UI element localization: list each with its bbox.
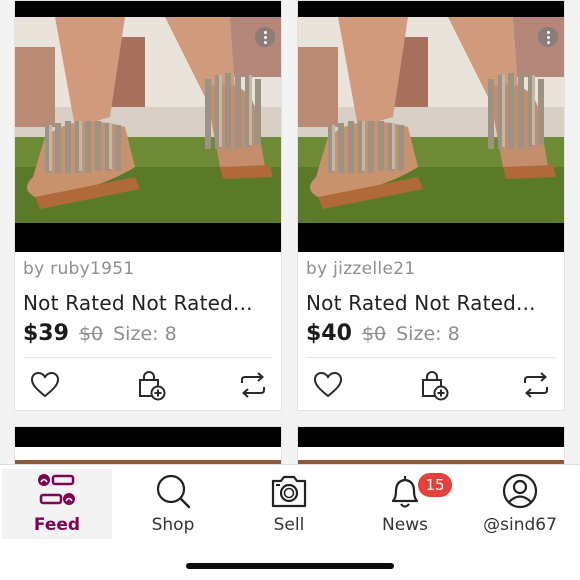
listing-card[interactable] xyxy=(14,426,282,464)
bundle-bag-icon[interactable] xyxy=(418,369,450,401)
seller-name[interactable]: by ruby1951 xyxy=(23,259,134,279)
tab-label: @sind67 xyxy=(483,515,557,535)
tab-label: News xyxy=(382,515,428,535)
price-row: $40 $0 Size: 8 xyxy=(306,321,460,346)
product-image xyxy=(15,447,281,464)
listing-photo[interactable] xyxy=(15,1,281,252)
photo-letterbox xyxy=(15,427,281,447)
listing-photo[interactable] xyxy=(298,1,564,252)
photo-letterbox xyxy=(15,1,281,9)
tab-label: Sell xyxy=(273,515,305,535)
product-image xyxy=(298,17,564,223)
listing-title[interactable]: Not Rated Not Rated... xyxy=(306,291,536,315)
photo-letterbox xyxy=(298,427,564,447)
listing-price: $40 xyxy=(306,321,352,346)
photo-letterbox xyxy=(298,1,564,9)
listing-size: Size: 8 xyxy=(113,323,177,345)
listing-size: Size: 8 xyxy=(396,323,460,345)
tab-profile[interactable]: @sind67 xyxy=(465,469,575,539)
listing-photo[interactable] xyxy=(15,427,281,464)
divider xyxy=(306,357,556,358)
tab-sell[interactable]: Sell xyxy=(234,469,344,539)
feed-scroll[interactable]: by ruby1951 Not Rated Not Rated... $39 $… xyxy=(0,0,580,464)
tab-label: Feed xyxy=(33,515,81,535)
listing-actions xyxy=(15,365,281,405)
price-row: $39 $0 Size: 8 xyxy=(23,321,177,346)
listing-card[interactable]: by ruby1951 Not Rated Not Rated... $39 $… xyxy=(14,0,282,411)
heart-icon[interactable] xyxy=(312,369,344,401)
tab-label: Shop xyxy=(151,515,195,535)
listing-photo[interactable] xyxy=(298,427,564,464)
tab-feed[interactable]: Feed xyxy=(2,469,112,539)
tab-shop[interactable]: Shop xyxy=(118,469,228,539)
search-icon xyxy=(156,474,191,509)
camera-icon xyxy=(271,475,307,508)
product-image xyxy=(15,17,281,223)
user-icon xyxy=(502,473,538,509)
listing-actions xyxy=(298,365,564,405)
listing-title[interactable]: Not Rated Not Rated... xyxy=(23,291,253,315)
more-icon[interactable] xyxy=(538,27,558,47)
original-price: $0 xyxy=(361,323,387,345)
listing-price: $39 xyxy=(23,321,69,346)
share-icon[interactable] xyxy=(520,369,552,401)
tab-news[interactable]: 15 News xyxy=(350,469,460,539)
divider xyxy=(23,357,273,358)
bundle-bag-icon[interactable] xyxy=(135,369,167,401)
heart-icon[interactable] xyxy=(29,369,61,401)
photo-letterbox xyxy=(298,223,564,252)
original-price: $0 xyxy=(78,323,104,345)
photo-letterbox xyxy=(15,223,281,252)
home-indicator[interactable] xyxy=(186,563,394,569)
listing-card[interactable]: by jizzelle21 Not Rated Not Rated... $40… xyxy=(297,0,565,411)
news-badge: 15 xyxy=(418,473,452,497)
product-image xyxy=(298,447,564,464)
feed-icon xyxy=(38,474,75,505)
listing-card[interactable] xyxy=(297,426,565,464)
seller-name[interactable]: by jizzelle21 xyxy=(306,259,415,279)
more-icon[interactable] xyxy=(255,27,275,47)
share-icon[interactable] xyxy=(237,369,269,401)
